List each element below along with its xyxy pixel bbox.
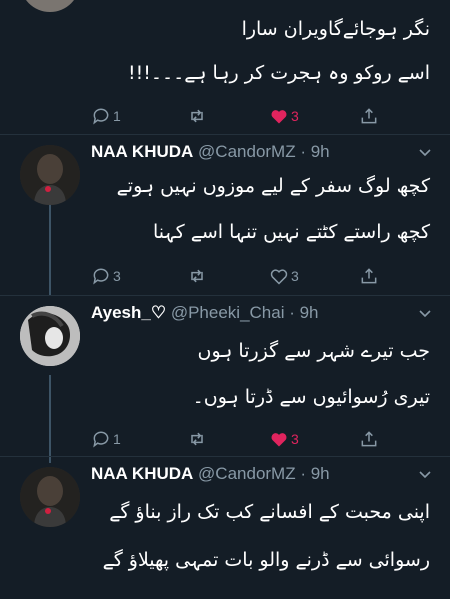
tweet[interactable]: نگر ہوجائےگاویران سارا اسے روکو وہ ہجرت … [0, 0, 450, 134]
chevron-down-icon [419, 471, 431, 479]
chevron-down-icon [419, 310, 431, 318]
like-button[interactable]: 3 [269, 428, 299, 450]
display-name[interactable]: NAA KHUDA [91, 142, 193, 161]
avatar-photo [20, 145, 80, 205]
reply-button[interactable]: 1 [91, 428, 121, 450]
tweet-menu-button[interactable] [418, 306, 432, 320]
heart-filled-icon [271, 110, 287, 124]
share-icon [361, 268, 377, 284]
display-name[interactable]: NAA KHUDA [91, 464, 193, 483]
user-handle[interactable]: @Pheeki_Chai [171, 303, 285, 322]
avatar-photo [20, 306, 80, 366]
reply-count: 1 [113, 431, 121, 447]
tweet[interactable]: NAA KHUDA @CandorMZ · 9h اپنی محبت کے اف… [0, 457, 450, 599]
reply-icon [93, 268, 109, 285]
retweet-icon [191, 109, 203, 123]
tweet-actions: 3 3 [91, 265, 391, 287]
tweet-actions: 1 3 [91, 105, 391, 127]
reply-button[interactable]: 1 [91, 105, 121, 127]
retweet-button[interactable] [187, 265, 207, 287]
avatar[interactable] [20, 145, 80, 205]
tweet-text-line: تیری رُسوائیوں سے ڈرتا ہوں۔ [192, 386, 430, 408]
reply-icon [93, 431, 109, 448]
reply-button[interactable]: 3 [91, 265, 121, 287]
tweet-menu-button[interactable] [418, 467, 432, 481]
retweet-button[interactable] [187, 428, 207, 450]
user-handle[interactable]: @CandorMZ [198, 142, 296, 161]
timestamp[interactable]: · 9h [300, 142, 329, 161]
tweet[interactable]: NAA KHUDA @CandorMZ · 9h کچھ لوگ سفر کے … [0, 135, 450, 295]
avatar[interactable] [20, 0, 80, 12]
tweet-text-line: جب تیرے شہر سے گزرتا ہوں [197, 340, 430, 362]
heart-filled-icon [271, 433, 287, 447]
avatar[interactable] [20, 467, 80, 527]
tweet-text-line: نگر ہوجائےگاویران سارا [241, 18, 430, 40]
tweet-text-line: کچھ لوگ سفر کے لیے موزوں نہیں ہوتے [116, 175, 430, 197]
avatar[interactable] [20, 306, 80, 366]
tweet-actions: 1 3 [91, 428, 391, 450]
like-button[interactable]: 3 [269, 265, 299, 287]
chevron-down-icon [419, 149, 431, 157]
heart-icon [270, 269, 288, 285]
share-icon [361, 108, 377, 124]
tweet[interactable]: Ayesh_♡ @Pheeki_Chai · 9h جب تیرے شہر سے… [0, 296, 450, 456]
reply-count: 3 [113, 268, 121, 284]
tweet-menu-button[interactable] [418, 145, 432, 159]
tweet-text-line: اسے روکو وہ ہجرت کر رہا ہے۔۔۔!!! [128, 62, 430, 84]
share-button[interactable] [359, 428, 379, 450]
tweet-text-line: کچھ راستے کٹتے نہیں تنہا اسے کہنا [152, 221, 430, 243]
reply-icon [93, 108, 109, 125]
reply-count: 1 [113, 108, 121, 124]
retweet-icon [191, 432, 203, 446]
retweet-button[interactable] [187, 105, 207, 127]
retweet-icon [191, 269, 203, 283]
timeline: نگر ہوجائےگاویران سارا اسے روکو وہ ہجرت … [0, 0, 450, 599]
user-handle[interactable]: @CandorMZ [198, 464, 296, 483]
avatar-photo [20, 467, 80, 527]
tweet-text-line: رسوائی سے ڈرنے والو بات تمہی پھیلاؤ گے [102, 549, 430, 571]
like-count: 3 [291, 431, 299, 447]
share-button[interactable] [359, 265, 379, 287]
share-icon [361, 431, 377, 447]
share-button[interactable] [359, 105, 379, 127]
display-name[interactable]: Ayesh_♡ [91, 303, 166, 322]
tweet-header: NAA KHUDA @CandorMZ · 9h [91, 141, 330, 163]
tweet-header: Ayesh_♡ @Pheeki_Chai · 9h [91, 302, 319, 324]
like-count: 3 [291, 268, 299, 284]
timestamp[interactable]: · 9h [300, 464, 329, 483]
like-count: 3 [291, 108, 299, 124]
tweet-header: NAA KHUDA @CandorMZ · 9h [91, 463, 330, 485]
like-button[interactable]: 3 [269, 105, 299, 127]
timestamp[interactable]: · 9h [289, 303, 318, 322]
tweet-text-line: اپنی محبت کے افسانے کب تک راز بناؤ گے [109, 501, 430, 523]
